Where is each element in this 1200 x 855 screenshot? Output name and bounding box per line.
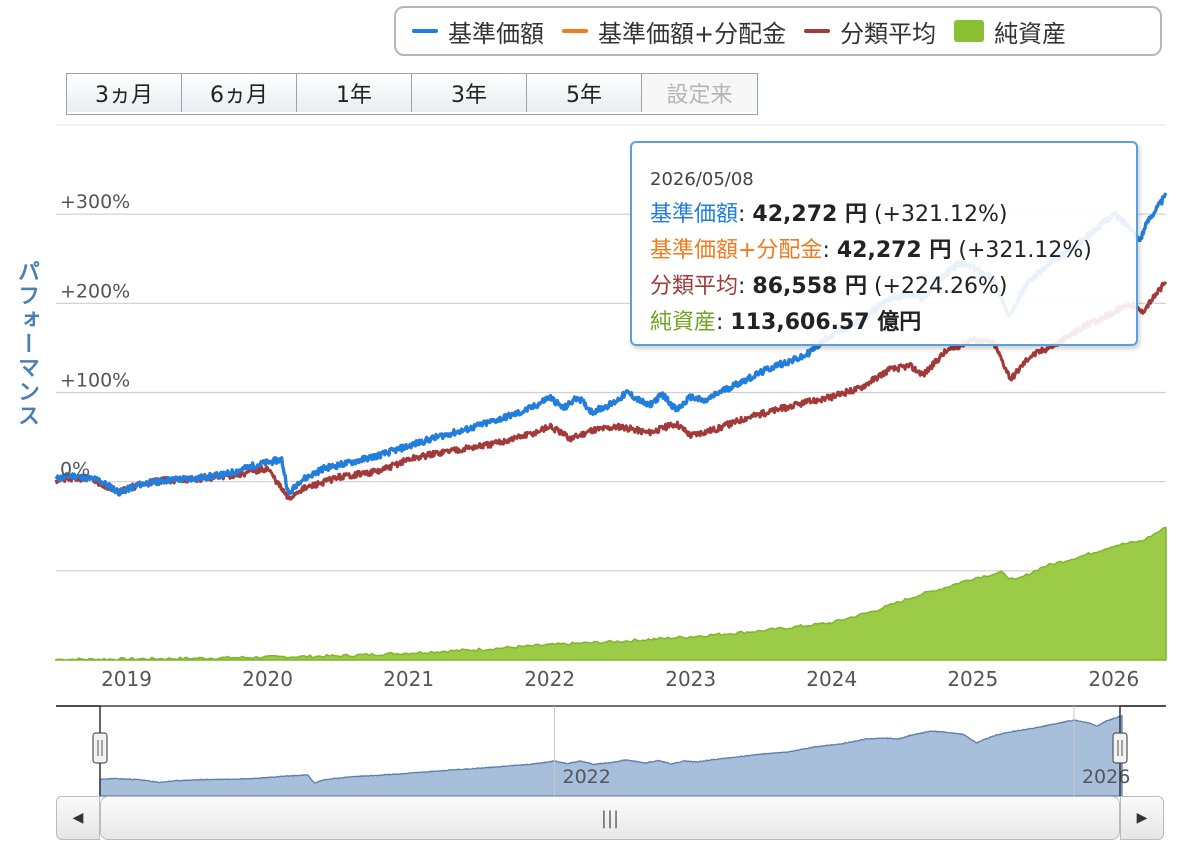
tooltip-change: (+321.12%) (951, 238, 1092, 263)
y-axis-title: パフォーマンス (14, 260, 39, 428)
tooltip-label: 分類平均 (650, 274, 739, 299)
x-tick-label: 2024 (806, 667, 857, 691)
x-tick-label: 2025 (947, 667, 998, 691)
legend-swatch (954, 20, 985, 42)
range-selector: 3ヵ月 6ヵ月 1年 3年 5年 設定来 (66, 73, 758, 115)
tooltip-value: 42,272 円 (836, 238, 952, 263)
scroll-left-button[interactable]: ◀ (56, 796, 100, 840)
chart-legend: 基準価額 基準価額+分配金 分類平均 純資産 (394, 6, 1162, 56)
tooltip-row-category-average: 分類平均: 86,558 円 (+224.26%) (650, 269, 1136, 305)
navigator[interactable]: 2022 2026 (56, 705, 1166, 797)
tooltip-value: 86,558 円 (752, 274, 867, 299)
range-3m-button[interactable]: 3ヵ月 (67, 74, 182, 112)
legend-item-category-average[interactable]: 分類平均 (804, 14, 936, 49)
scrollbar-thumb[interactable]: ||| (100, 796, 1120, 840)
tooltip-label: 基準価額+分配金 (650, 238, 823, 263)
legend-label: 基準価額 (448, 19, 544, 48)
legend-label: 純資産 (994, 19, 1067, 48)
navigator-handle-left[interactable] (92, 732, 108, 764)
scroll-right-button[interactable]: ▶ (1120, 796, 1164, 840)
legend-item-net-assets[interactable]: 純資産 (954, 14, 1066, 49)
navigator-tick-label: 2026 (1082, 766, 1130, 788)
tooltip-row-net-assets: 純資産: 113,606.57 億円 (650, 305, 1136, 341)
tooltip-sep: : (822, 238, 837, 263)
y-tick-label: +200% (60, 280, 130, 302)
navigator-series (99, 714, 1123, 797)
tooltip-value: 42,272 円 (752, 202, 867, 227)
legend-item-nav[interactable]: 基準価額 (412, 14, 544, 49)
range-3y-button[interactable]: 3年 (412, 74, 527, 112)
tooltip-row-nav-plus-dividend: 基準価額+分配金: 42,272 円 (+321.12%) (650, 233, 1136, 269)
tooltip-sep: : (716, 310, 731, 335)
tooltip-label: 基準価額 (650, 202, 739, 227)
tooltip-sep: : (738, 202, 753, 227)
x-tick-label: 2019 (101, 667, 152, 691)
x-tick-label: 2021 (383, 667, 434, 691)
legend-swatch (412, 29, 438, 33)
legend-label: 分類平均 (840, 19, 937, 48)
tooltip-date: 2026/05/08 (650, 169, 754, 190)
range-since-inception-button: 設定来 (642, 74, 757, 112)
navigator-handle-right[interactable] (1112, 732, 1128, 764)
range-6m-button[interactable]: 6ヵ月 (182, 74, 297, 112)
navigator-tick-label: 2022 (563, 766, 611, 788)
x-tick-label: 2023 (665, 667, 716, 691)
y-tick-label: 0% (60, 459, 90, 481)
y-tick-label: +100% (60, 370, 130, 392)
tooltip-row-nav: 基準価額: 42,272 円 (+321.12%) (650, 197, 1136, 233)
x-tick-label: 2020 (242, 667, 293, 691)
legend-swatch (804, 29, 831, 33)
y-tick-label: +300% (60, 191, 130, 213)
tooltip-sep: : (738, 274, 753, 299)
tooltip-change: (+224.26%) (866, 274, 1008, 299)
legend-swatch (562, 29, 588, 33)
tooltip-change: (+321.12%) (866, 202, 1008, 227)
x-tick-label: 2022 (524, 667, 575, 691)
tooltip-value: 113,606.57 億円 (730, 310, 922, 335)
performance-chart: +300%+200%+100%0% 2019 2020 2021 2022 2023 20… (54, 124, 1168, 797)
data-tooltip: 2026/05/08 基準価額: 42,272 円 (+321.12%) 基準価… (630, 141, 1138, 346)
range-1y-button[interactable]: 1年 (297, 74, 412, 112)
x-tick-labels: 2019 2020 2021 2022 2023 2024 2025 2026 (101, 667, 1139, 691)
legend-label: 基準価額+分配金 (598, 19, 787, 48)
x-tick-label: 2026 (1088, 667, 1139, 691)
tooltip-label: 純資産 (650, 310, 717, 335)
range-5y-button[interactable]: 5年 (527, 74, 642, 112)
legend-item-nav-plus-dividend[interactable]: 基準価額+分配金 (562, 14, 786, 49)
